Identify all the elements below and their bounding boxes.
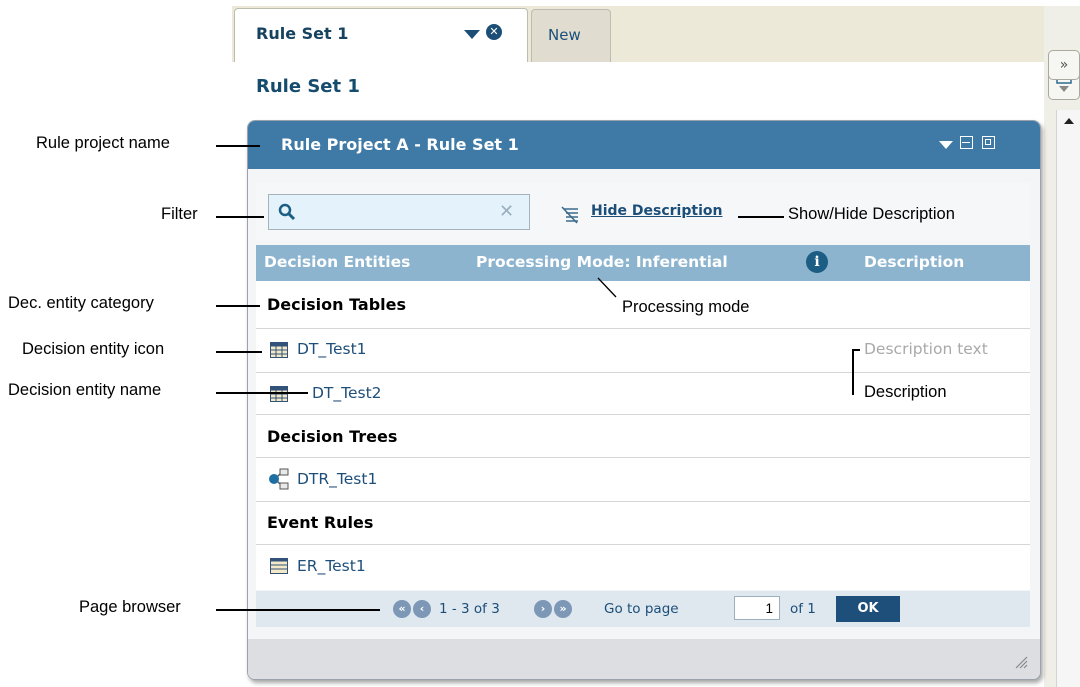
collapse-right-button[interactable]: » (1048, 50, 1080, 80)
event-rule-icon (270, 558, 288, 574)
callout-decision-entity-icon: Decision entity icon (22, 340, 165, 358)
ok-button[interactable]: OK (836, 596, 900, 622)
panel-menu-arrow-icon[interactable] (939, 141, 953, 149)
category-name: Decision Trees (267, 427, 398, 446)
callout-filter: Filter (161, 205, 198, 223)
table-row[interactable]: DTR_Test1 (256, 458, 1030, 502)
last-page-icon[interactable]: » (554, 600, 572, 618)
vertical-scrollbar[interactable] (1056, 110, 1080, 687)
info-icon[interactable]: i (806, 251, 828, 273)
page-count: of 1 (790, 601, 816, 617)
tree-icon (269, 468, 289, 490)
search-icon[interactable] (277, 202, 297, 222)
table-icon (270, 342, 288, 358)
tab-close-icon[interactable]: ✕ (486, 24, 502, 40)
tab-menu-arrow-icon[interactable] (464, 30, 480, 39)
page-range: 1 - 3 of 3 (439, 601, 500, 617)
table-row[interactable]: ER_Test1 (256, 545, 1030, 590)
callout-processing-mode-line (597, 277, 617, 298)
entity-name[interactable]: DT_Test1 (297, 340, 367, 358)
tab-rule-set-1-label[interactable]: Rule Set 1 (256, 24, 348, 43)
column-processing-mode: Processing Mode: Inferential (476, 253, 728, 271)
callout-line (216, 351, 262, 353)
callout-line (216, 216, 264, 218)
entity-name[interactable]: ER_Test1 (297, 557, 366, 575)
column-description[interactable]: Description (864, 253, 964, 271)
callout-show-hide-description: Show/Hide Description (788, 205, 955, 223)
previous-page-icon[interactable]: ‹ (413, 600, 431, 618)
page-number-input[interactable] (734, 596, 780, 620)
callout-processing-mode: Processing mode (622, 298, 750, 316)
panel-header: Rule Project A - Rule Set 1 (248, 121, 1040, 169)
callout-rule-project-name: Rule project name (36, 134, 170, 152)
rule-project-name: Rule Project A - Rule Set 1 (281, 135, 519, 154)
category-row: Event Rules (256, 502, 1030, 545)
callout-line (738, 216, 784, 218)
column-header-row: Decision Entities Processing Mode: Infer… (256, 245, 1030, 281)
callout-line (216, 305, 260, 307)
scroll-up-icon[interactable] (1064, 118, 1074, 124)
callout-bracket-top (852, 349, 860, 351)
table-row[interactable]: DT_Test1 Description text (256, 329, 1030, 373)
next-page-icon[interactable]: › (534, 600, 552, 618)
filter-box: ✕ (268, 194, 530, 230)
category-name: Decision Tables (267, 295, 407, 314)
callout-bracket (852, 349, 854, 395)
panel-footer (248, 639, 1040, 679)
resize-grip-icon[interactable] (1012, 653, 1028, 669)
callout-page-browser: Page browser (79, 598, 181, 616)
category-row: Decision Trees (256, 415, 1030, 458)
table-icon (270, 386, 288, 402)
callout-line (216, 145, 260, 147)
filter-input[interactable] (307, 199, 491, 225)
callout-dec-entity-category: Dec. entity category (8, 294, 154, 312)
page-title: Rule Set 1 (256, 76, 360, 97)
column-decision-entities[interactable]: Decision Entities (264, 253, 410, 271)
panel-maximize-icon[interactable] (982, 136, 995, 149)
first-page-icon[interactable]: « (393, 600, 411, 618)
callout-line (216, 392, 308, 394)
clear-filter-icon[interactable]: ✕ (499, 203, 517, 221)
category-name: Event Rules (267, 513, 374, 532)
entity-name[interactable]: DTR_Test1 (297, 470, 377, 488)
description-text: Description text (864, 340, 988, 358)
callout-decision-entity-name: Decision entity name (8, 381, 162, 399)
goto-page-label: Go to page (604, 601, 679, 617)
tab-new-label[interactable]: New (548, 26, 581, 44)
panel-minimize-icon[interactable] (960, 136, 973, 149)
hide-description-icon[interactable] (560, 205, 580, 225)
callout-line (216, 609, 380, 611)
entity-name[interactable]: DT_Test2 (312, 384, 382, 402)
callout-description: Description (864, 383, 947, 401)
tab-new[interactable]: New (531, 9, 611, 62)
hide-description-link[interactable]: Hide Description (591, 203, 722, 219)
